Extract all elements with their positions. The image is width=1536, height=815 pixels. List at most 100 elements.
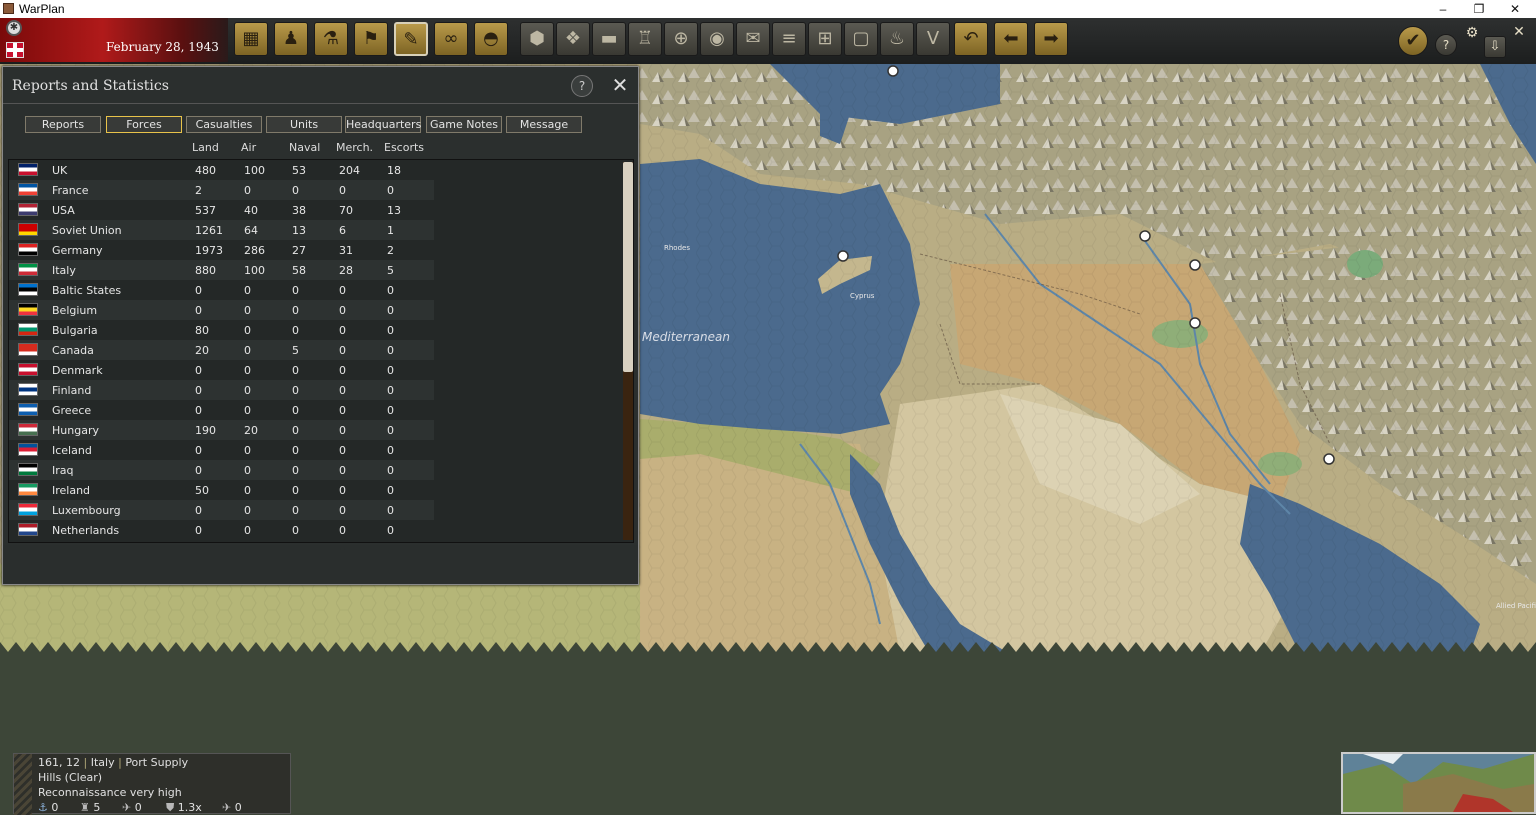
victory-icon[interactable]: V <box>916 22 950 56</box>
tab-message[interactable]: Message <box>506 116 582 133</box>
table-row[interactable]: Hungary 190 20 0 0 0 <box>9 420 434 440</box>
table-row[interactable]: Finland 0 0 0 0 0 <box>9 380 434 400</box>
panel-close-button[interactable]: ✕ <box>608 74 632 98</box>
panel-title: Reports and Statistics <box>12 78 169 94</box>
country-flag-icon <box>18 463 38 476</box>
minimize-button[interactable]: – <box>1425 0 1461 18</box>
help-icon[interactable]: ? <box>1435 34 1457 56</box>
table-row[interactable]: Italy 880 100 58 28 5 <box>9 260 434 280</box>
cell-land: 880 <box>195 264 216 277</box>
hex-cluster-icon[interactable]: ❖ <box>556 22 590 56</box>
country-name: Canada <box>52 344 94 357</box>
reports-panel: Reports and Statistics ? ✕ Reports Force… <box>2 66 639 585</box>
compass-icon[interactable]: ✱ <box>6 20 22 36</box>
country-name: France <box>52 184 89 197</box>
tab-casualties[interactable]: Casualties <box>186 116 262 133</box>
hex-coords: 161, 12 <box>38 756 80 769</box>
helmet-icon[interactable]: ◓ <box>474 22 508 56</box>
cell-naval: 38 <box>292 204 306 217</box>
country-name: Iceland <box>52 444 92 457</box>
country-name: UK <box>52 164 68 177</box>
scrollbar-thumb[interactable] <box>623 162 633 372</box>
tank-icon[interactable]: ▬ <box>592 22 626 56</box>
table-row[interactable]: Baltic States 0 0 0 0 0 <box>9 280 434 300</box>
cell-escorts: 0 <box>387 324 394 337</box>
table-row[interactable]: Denmark 0 0 0 0 0 <box>9 360 434 380</box>
cell-air: 0 <box>244 184 251 197</box>
hex-terrain: Hills (Clear) <box>38 771 103 784</box>
reports-icon[interactable]: ✎ <box>394 22 428 56</box>
maximize-button[interactable]: ❐ <box>1461 0 1497 18</box>
grid-icon[interactable]: ⊞ <box>808 22 842 56</box>
separator: | <box>83 756 88 769</box>
cell-air: 0 <box>244 484 251 497</box>
cell-air: 0 <box>244 444 251 457</box>
window-title: WarPlan <box>19 2 65 16</box>
cell-naval: 13 <box>292 224 306 237</box>
table-row[interactable]: Greece 0 0 0 0 0 <box>9 400 434 420</box>
column-header-merch: Merch. <box>336 141 374 154</box>
hex-icon[interactable]: ⬢ <box>520 22 554 56</box>
soldier-icon[interactable]: ♟ <box>274 22 308 56</box>
table-row[interactable]: Luxembourg 0 0 0 0 0 <box>9 500 434 520</box>
cell-merch: 0 <box>339 284 346 297</box>
tab-game-notes[interactable]: Game Notes <box>426 116 502 133</box>
minimap[interactable] <box>1341 752 1536 814</box>
panel-help-button[interactable]: ? <box>571 75 593 97</box>
table-row[interactable]: Canada 20 0 5 0 0 <box>9 340 434 360</box>
flag-icon[interactable]: ⚑ <box>354 22 388 56</box>
forces-table[interactable]: UK 480 100 53 204 18 France 2 0 0 0 0 USA 537 40 38 70 13… <box>8 159 634 543</box>
table-row[interactable]: France 2 0 0 0 0 <box>9 180 434 200</box>
factory-icon[interactable]: ▦ <box>234 22 268 56</box>
download-icon[interactable]: ⇩ <box>1484 36 1506 58</box>
cell-merch: 0 <box>339 344 346 357</box>
binoculars-icon[interactable]: ∞ <box>434 22 468 56</box>
table-row[interactable]: UK 480 100 53 204 18 <box>9 160 434 180</box>
country-name: Belgium <box>52 304 98 317</box>
cell-air: 0 <box>244 504 251 517</box>
tab-forces[interactable]: Forces <box>106 116 182 133</box>
settings-gears-icon[interactable]: ⚙ <box>1460 22 1484 46</box>
cell-escorts: 0 <box>387 484 394 497</box>
window-close-button[interactable]: ✕ <box>1497 0 1533 18</box>
country-name: Netherlands <box>52 524 120 537</box>
table-row[interactable]: Soviet Union 1261 64 13 6 1 <box>9 220 434 240</box>
cell-naval: 0 <box>292 384 299 397</box>
stat-artillery: 5 <box>93 801 101 814</box>
table-row[interactable]: Iraq 0 0 0 0 0 <box>9 460 434 480</box>
tab-reports[interactable]: Reports <box>25 116 101 133</box>
date-banner: ✱ February 28, 1943 <box>0 18 228 62</box>
undo-icon[interactable]: ↶ <box>954 22 988 56</box>
table-row[interactable]: Germany 1973 286 27 31 2 <box>9 240 434 260</box>
hex-dot-icon[interactable]: ◉ <box>700 22 734 56</box>
minimap-canvas[interactable] <box>1343 754 1534 812</box>
rail-icon[interactable]: ≡ <box>772 22 806 56</box>
country-flag-icon <box>18 423 38 436</box>
anchor-icon: ⚓ <box>38 801 48 814</box>
country-name: Finland <box>52 384 92 397</box>
table-row[interactable]: USA 537 40 38 70 13 <box>9 200 434 220</box>
separator: | <box>118 756 122 769</box>
arrow-right-icon[interactable]: ➡ <box>1034 22 1068 56</box>
table-row[interactable]: Ireland 50 0 0 0 0 <box>9 480 434 500</box>
checkmark-icon[interactable]: ✔ <box>1398 26 1428 56</box>
country-flag-icon <box>18 303 38 316</box>
research-icon[interactable]: ⚗ <box>314 22 348 56</box>
fire-icon[interactable]: ♨ <box>880 22 914 56</box>
hex-feature: Port Supply <box>125 756 189 769</box>
frame-icon[interactable]: ▢ <box>844 22 878 56</box>
table-row[interactable]: Iceland 0 0 0 0 0 <box>9 440 434 460</box>
table-row[interactable]: Bulgaria 80 0 0 0 0 <box>9 320 434 340</box>
cell-air: 0 <box>244 344 251 357</box>
game-close-icon[interactable]: ✕ <box>1508 22 1530 44</box>
table-row[interactable]: Netherlands 0 0 0 0 0 <box>9 520 434 540</box>
crosshair-icon[interactable]: ⊕ <box>664 22 698 56</box>
tab-units[interactable]: Units <box>266 116 342 133</box>
envelope-icon[interactable]: ✉ <box>736 22 770 56</box>
fortify-icon[interactable]: ♖ <box>628 22 662 56</box>
table-row[interactable]: Belgium 0 0 0 0 0 <box>9 300 434 320</box>
arrow-left-icon[interactable]: ⬅ <box>994 22 1028 56</box>
cell-naval: 58 <box>292 264 306 277</box>
panel-footer <box>3 545 638 584</box>
tab-headquarters[interactable]: Headquarters <box>345 116 421 133</box>
